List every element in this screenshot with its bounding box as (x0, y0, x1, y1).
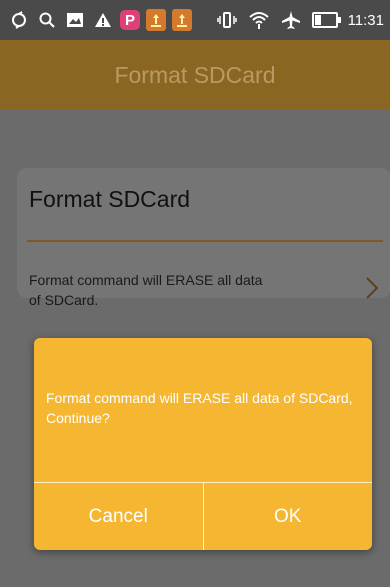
battery-level-fill (314, 15, 322, 25)
search-icon (36, 9, 58, 31)
airplane-icon (280, 9, 302, 31)
cancel-button[interactable]: Cancel (34, 483, 203, 550)
sync-icon (8, 9, 30, 31)
ok-button[interactable]: OK (204, 483, 373, 550)
notification-badge-icon (172, 9, 192, 31)
status-left-icons: P (0, 9, 192, 31)
status-right-icons: 11:31 (216, 9, 390, 31)
p-app-icon: P (120, 10, 140, 30)
vibrate-icon (216, 9, 238, 31)
format-sdcard-card[interactable]: Format SDCard Format command will ERASE … (17, 168, 390, 308)
card-title: Format SDCard (29, 186, 191, 212)
wifi-icon (248, 9, 270, 31)
battery-icon (311, 12, 341, 28)
dialog-message: Format command will ERASE all data of SD… (46, 390, 353, 426)
page-title: Format SDCard (114, 61, 276, 88)
card-divider (27, 240, 383, 242)
notification-badge-icon (146, 9, 166, 31)
dialog-buttons: Cancel OK (34, 483, 372, 550)
title-bar: Format SDCard (0, 40, 390, 110)
status-bar: P 11:31 (0, 0, 390, 40)
chevron-right-icon (365, 276, 379, 300)
warning-icon (92, 9, 114, 31)
status-time: 11:31 (347, 11, 384, 29)
card-description: Format command will ERASE all data of SD… (29, 272, 263, 308)
image-icon (64, 9, 86, 31)
confirm-dialog: Format command will ERASE all data of SD… (34, 338, 372, 550)
